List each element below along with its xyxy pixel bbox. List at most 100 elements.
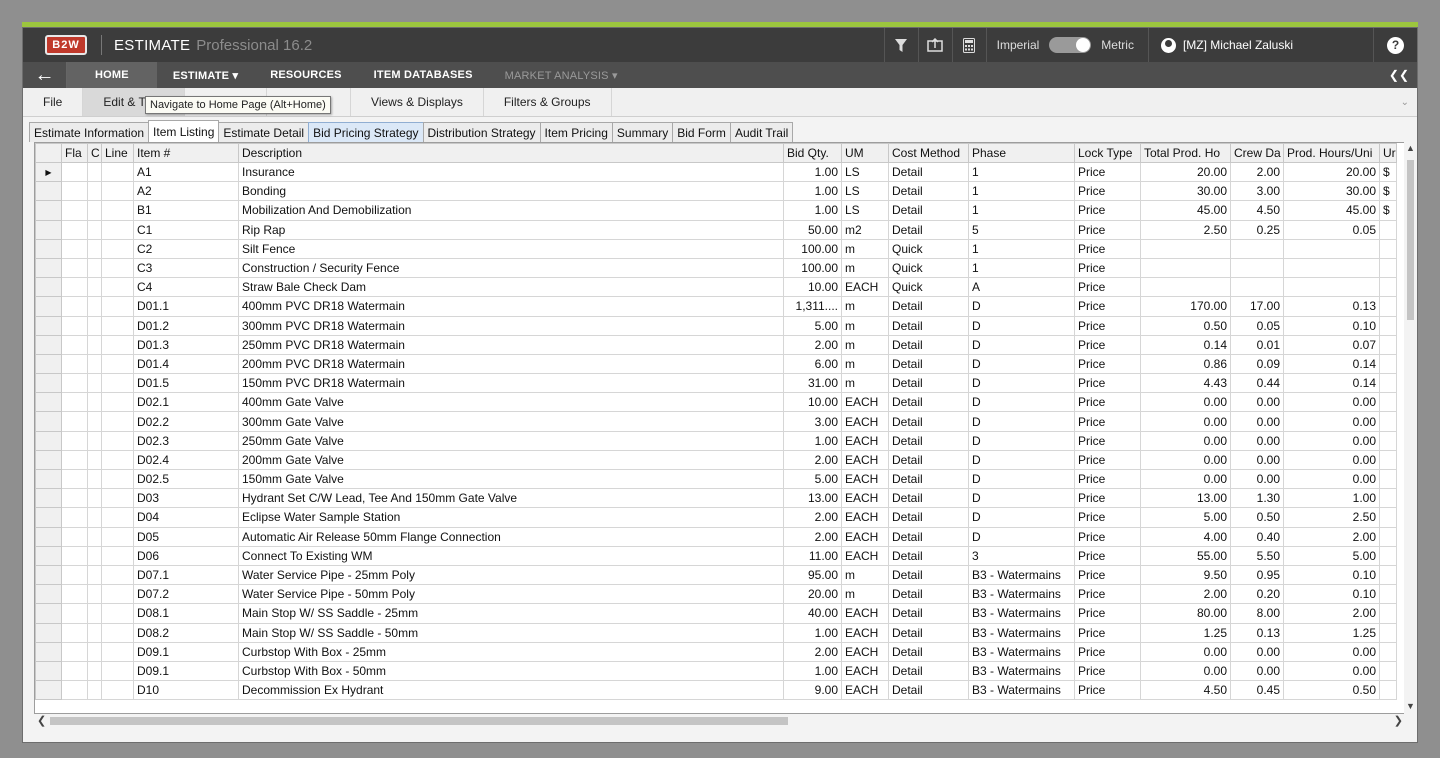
cell-line[interactable] (101, 468, 134, 490)
cell-crew-days[interactable]: 0.01 (1230, 334, 1284, 355)
cell-item-number[interactable]: D02.5 (133, 468, 239, 490)
cell-total-prod-hours[interactable]: 4.50 (1140, 680, 1231, 701)
cell-crew-days[interactable]: 3.00 (1230, 181, 1284, 202)
cell-description[interactable]: 300mm PVC DR18 Watermain (238, 315, 784, 336)
cell-flag[interactable] (61, 181, 88, 202)
cell-total-prod-hours[interactable]: 1.25 (1140, 622, 1231, 643)
cell-line[interactable] (101, 564, 134, 586)
cell-crew-days[interactable]: 0.00 (1230, 468, 1284, 490)
row-selector[interactable] (35, 564, 62, 586)
cell-um[interactable]: EACH (841, 277, 889, 298)
cell-ur[interactable] (1379, 238, 1397, 259)
scroll-down-icon[interactable]: ▼ (1404, 701, 1417, 713)
cell-description[interactable]: 250mm Gate Valve (238, 430, 784, 451)
cell-description[interactable]: Curbstop With Box - 25mm (238, 641, 784, 662)
cell-bid-qty[interactable]: 95.00 (783, 564, 842, 586)
cell-line[interactable] (101, 488, 134, 509)
cell-line[interactable] (101, 238, 134, 259)
cell-item-number[interactable]: D01.5 (133, 373, 239, 394)
cell-description[interactable]: Bonding (238, 181, 784, 202)
cell-ur[interactable] (1379, 373, 1397, 394)
cell-ur[interactable] (1379, 584, 1397, 605)
cell-bid-qty[interactable]: 5.00 (783, 468, 842, 490)
nav-market-analysis[interactable]: MARKET ANALYSIS ▾ (489, 62, 634, 88)
cell-c[interactable] (87, 334, 102, 355)
cell-line[interactable] (101, 219, 134, 240)
cell-lock-type[interactable]: Price (1074, 315, 1141, 336)
cell-lock-type[interactable]: Price (1074, 334, 1141, 355)
cell-cost-method[interactable]: Detail (888, 641, 969, 662)
cell-total-prod-hours[interactable]: 30.00 (1140, 181, 1231, 202)
cell-bid-qty[interactable]: 1.00 (783, 181, 842, 202)
cell-ur[interactable] (1379, 564, 1397, 586)
cell-total-prod-hours[interactable]: 0.00 (1140, 411, 1231, 432)
cell-lock-type[interactable]: Price (1074, 353, 1141, 375)
row-selector[interactable] (35, 181, 62, 202)
cell-um[interactable]: LS (841, 181, 889, 202)
tab-item-listing[interactable]: Item Listing (148, 120, 220, 142)
cell-prod-hours-unit[interactable]: 0.07 (1283, 334, 1380, 355)
cell-um[interactable]: m (841, 353, 889, 375)
cell-ur[interactable] (1379, 411, 1397, 432)
cell-flag[interactable] (61, 430, 88, 451)
cell-bid-qty[interactable]: 2.00 (783, 334, 842, 355)
row-selector[interactable] (35, 219, 62, 240)
cell-bid-qty[interactable]: 2.00 (783, 526, 842, 547)
cell-line[interactable] (101, 392, 134, 413)
cell-cost-method[interactable]: Detail (888, 526, 969, 547)
cell-phase[interactable]: 1 (968, 257, 1075, 279)
cell-phase[interactable]: D (968, 411, 1075, 432)
cell-prod-hours-unit[interactable] (1283, 277, 1380, 298)
cell-lock-type[interactable]: Price (1074, 257, 1141, 279)
cell-cost-method[interactable]: Detail (888, 622, 969, 643)
cell-item-number[interactable]: D02.2 (133, 411, 239, 432)
cell-description[interactable]: 250mm PVC DR18 Watermain (238, 334, 784, 355)
cell-description[interactable]: Connect To Existing WM (238, 545, 784, 566)
table-row[interactable]: D03 Hydrant Set C/W Lead, Tee And 150mm G… (35, 488, 1397, 509)
cell-bid-qty[interactable]: 100.00 (783, 257, 842, 279)
export-icon[interactable] (917, 28, 952, 62)
cell-c[interactable] (87, 603, 102, 624)
cell-cost-method[interactable]: Detail (888, 181, 969, 202)
cell-c[interactable] (87, 488, 102, 509)
cell-cost-method[interactable]: Detail (888, 680, 969, 701)
cell-cost-method[interactable]: Detail (888, 296, 969, 317)
cell-ur[interactable] (1379, 392, 1397, 413)
row-selector[interactable] (35, 200, 62, 221)
cell-ur[interactable]: $ (1379, 161, 1397, 183)
cell-description[interactable]: Main Stop W/ SS Saddle - 50mm (238, 622, 784, 643)
cell-c[interactable] (87, 200, 102, 221)
cell-ur[interactable] (1379, 219, 1397, 240)
col-line[interactable]: Line (101, 143, 134, 163)
tab-estimate-detail[interactable]: Estimate Detail (218, 122, 310, 142)
cell-prod-hours-unit[interactable]: 0.50 (1283, 680, 1380, 701)
cell-phase[interactable]: A (968, 277, 1075, 298)
tab-estimate-information[interactable]: Estimate Information (29, 122, 150, 142)
cell-line[interactable] (101, 641, 134, 662)
cell-ur[interactable]: $ (1379, 200, 1397, 221)
cell-lock-type[interactable]: Price (1074, 603, 1141, 624)
cell-crew-days[interactable] (1230, 257, 1284, 279)
cell-c[interactable] (87, 277, 102, 298)
cell-phase[interactable]: B3 - Watermains (968, 641, 1075, 662)
cell-item-number[interactable]: D07.2 (133, 584, 239, 605)
cell-cost-method[interactable]: Detail (888, 200, 969, 221)
cell-line[interactable] (101, 584, 134, 605)
vertical-scrollbar[interactable]: ▲ ▼ (1404, 142, 1417, 714)
cell-lock-type[interactable]: Price (1074, 296, 1141, 317)
cell-flag[interactable] (61, 334, 88, 355)
cell-total-prod-hours[interactable]: 4.43 (1140, 373, 1231, 394)
cell-cost-method[interactable]: Quick (888, 257, 969, 279)
cell-um[interactable]: m (841, 257, 889, 279)
cell-prod-hours-unit[interactable]: 0.00 (1283, 468, 1380, 490)
row-selector[interactable] (35, 277, 62, 298)
cell-description[interactable]: Silt Fence (238, 238, 784, 259)
cell-prod-hours-unit[interactable]: 0.10 (1283, 584, 1380, 605)
menu-chevron-down-icon[interactable]: ⌄ (1401, 88, 1409, 116)
cell-lock-type[interactable]: Price (1074, 641, 1141, 662)
cell-total-prod-hours[interactable]: 0.00 (1140, 392, 1231, 413)
cell-flag[interactable] (61, 296, 88, 317)
cell-c[interactable] (87, 468, 102, 490)
cell-flag[interactable] (61, 411, 88, 432)
table-row[interactable]: D10 Decommission Ex Hydrant 9.00 EACH Detail… (35, 680, 1397, 701)
